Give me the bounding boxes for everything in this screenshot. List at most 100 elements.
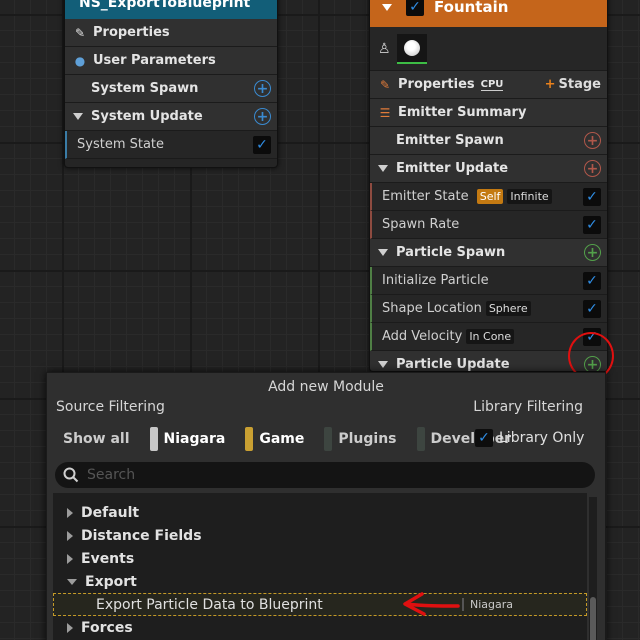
tree-item-default[interactable]: Default [53,501,587,524]
source-filtering-label: Source Filtering [56,399,165,415]
add-system-spawn-module-icon[interactable]: + [254,80,271,97]
shape-location-row[interactable]: Shape Location Sphere ✓ [370,295,607,323]
emitter-update-row[interactable]: Emitter Update + [370,155,607,183]
expand-arrow-icon[interactable] [67,553,73,564]
add-particle-spawn-module-icon[interactable]: + [584,244,601,261]
search-placeholder: Search [87,467,136,483]
library-only-label: Library Only [499,430,585,446]
emitter-title: Fountain [434,0,509,16]
shape-location-enabled-checkbox[interactable]: ✓ [583,299,601,318]
system-update-row[interactable]: System Update + [65,103,277,131]
initialize-particle-row[interactable]: Initialize Particle ✓ [370,267,607,295]
filter-niagara-label: Niagara [163,431,226,447]
user-parameters-label: User Parameters [93,53,216,68]
add-emitter-spawn-module-icon[interactable]: + [584,132,601,149]
source-filter-bar: Show all Niagara Game Plugins Developer [55,425,519,453]
system-state-row[interactable]: System State ✓ [65,131,277,159]
add-velocity-label: Add Velocity [382,329,463,344]
collapse-arrow-icon[interactable] [382,3,392,11]
filter-plugins-label: Plugins [338,431,397,447]
collapse-arrow-icon[interactable] [378,249,388,256]
search-input[interactable]: Search [55,462,595,488]
tree-item-forces[interactable]: Forces [53,616,587,639]
emitter-properties-row[interactable]: ✎ Properties CPU + Stage [370,71,607,99]
emitter-summary-label: Emitter Summary [398,105,527,120]
tree-item-events[interactable]: Events [53,547,587,570]
actor-icon: ♙ [378,40,391,57]
particle-spawn-row[interactable]: Particle Spawn + [370,239,607,267]
expand-arrow-icon[interactable] [67,622,73,633]
filter-show-all-button[interactable]: Show all [55,425,138,453]
system-properties-row[interactable]: ✎ Properties [65,19,277,47]
system-state-enabled-checkbox[interactable]: ✓ [253,135,271,154]
scrollbar-thumb[interactable] [590,597,596,640]
pencil-icon: ✎ [74,25,86,40]
system-spawn-row[interactable]: System Spawn + [65,75,277,103]
user-icon: ● [74,53,86,68]
system-node[interactable]: NS_ExportToBlueprint ✎ Properties ● User… [64,0,278,168]
tree-item-export-particle-data[interactable]: Export Particle Data to Blueprint Niagar… [53,593,587,616]
particle-thumbnail[interactable] [396,33,427,64]
system-update-label: System Update [91,109,203,124]
library-only-checkbox[interactable]: ✓ [475,429,493,447]
user-parameters-row[interactable]: ● User Parameters [65,47,277,75]
emitter-node[interactable]: ✓ Fountain ♙ ✎ Properties CPU + Stage ☰ E… [369,0,608,372]
particle-update-label: Particle Update [396,357,510,372]
emitter-state-enabled-checkbox[interactable]: ✓ [583,187,601,206]
filter-niagara-button[interactable]: Niagara [144,425,234,453]
library-only-toggle[interactable]: ✓ Library Only [475,429,584,447]
tree-item-events-label: Events [81,550,135,567]
initialize-particle-label: Initialize Particle [382,273,489,288]
emitter-state-label-group: Emitter State Self Infinite [382,189,583,204]
spawn-rate-enabled-checkbox[interactable]: ✓ [583,215,601,234]
filter-show-all-label: Show all [63,431,130,447]
add-velocity-label-group: Add Velocity In Cone [382,329,583,344]
annotation-arrow [403,592,460,616]
emitter-update-label: Emitter Update [396,161,509,176]
sphere-tag: Sphere [485,301,531,316]
expand-arrow-icon[interactable] [67,530,73,541]
list-icon: ☰ [379,105,391,120]
emitter-preview: ♙ [370,27,607,71]
particle-spawn-label: Particle Spawn [396,245,506,260]
infinite-tag: Infinite [507,189,552,204]
spawn-rate-row[interactable]: Spawn Rate ✓ [370,211,607,239]
emitter-summary-row[interactable]: ☰ Emitter Summary [370,99,607,127]
emitter-state-row[interactable]: Emitter State Self Infinite ✓ [370,183,607,211]
library-filtering-label: Library Filtering [473,399,583,415]
add-stage-label: Stage [558,77,601,92]
emitter-node-title-bar[interactable]: ✓ Fountain [370,0,607,27]
plugins-swatch [324,427,333,451]
initialize-particle-enabled-checkbox[interactable]: ✓ [583,271,601,290]
tree-item-distance-fields[interactable]: Distance Fields [53,524,587,547]
add-module-popup[interactable]: Add new Module Source Filtering Library … [46,372,606,640]
in-cone-tag: In Cone [466,329,515,344]
popup-title: Add new Module [268,379,384,395]
export-particle-data-label: Export Particle Data to Blueprint [96,596,323,613]
module-tree[interactable]: Default Distance Fields Events Export Ex… [53,493,587,640]
add-emitter-update-module-icon[interactable]: + [584,160,601,177]
emitter-state-label: Emitter State [382,189,469,204]
system-node-title[interactable]: NS_ExportToBlueprint [65,0,277,19]
collapse-arrow-icon[interactable] [378,165,388,172]
add-system-update-module-icon[interactable]: + [254,108,271,125]
expand-arrow-icon[interactable] [67,507,73,518]
emitter-properties-label: Properties [398,77,475,92]
system-spawn-label: System Spawn [91,81,199,96]
emitter-enabled-checkbox[interactable]: ✓ [406,0,424,16]
shape-location-label: Shape Location [382,301,482,316]
collapse-arrow-icon[interactable] [378,361,388,368]
collapse-arrow-icon[interactable] [67,578,77,585]
add-stage-button[interactable]: + Stage [545,77,601,92]
tree-item-export[interactable]: Export [53,570,587,593]
collapse-arrow-icon[interactable] [73,113,83,120]
filter-game-button[interactable]: Game [239,425,312,453]
tree-scrollbar[interactable] [589,497,597,640]
tree-item-distance-fields-label: Distance Fields [81,527,202,544]
self-tag: Self [476,189,504,204]
game-swatch [245,427,254,451]
system-state-label: System State [77,137,165,152]
tree-item-forces-label: Forces [81,619,133,636]
emitter-spawn-row[interactable]: Emitter Spawn + [370,127,607,155]
filter-plugins-button[interactable]: Plugins [318,425,404,453]
